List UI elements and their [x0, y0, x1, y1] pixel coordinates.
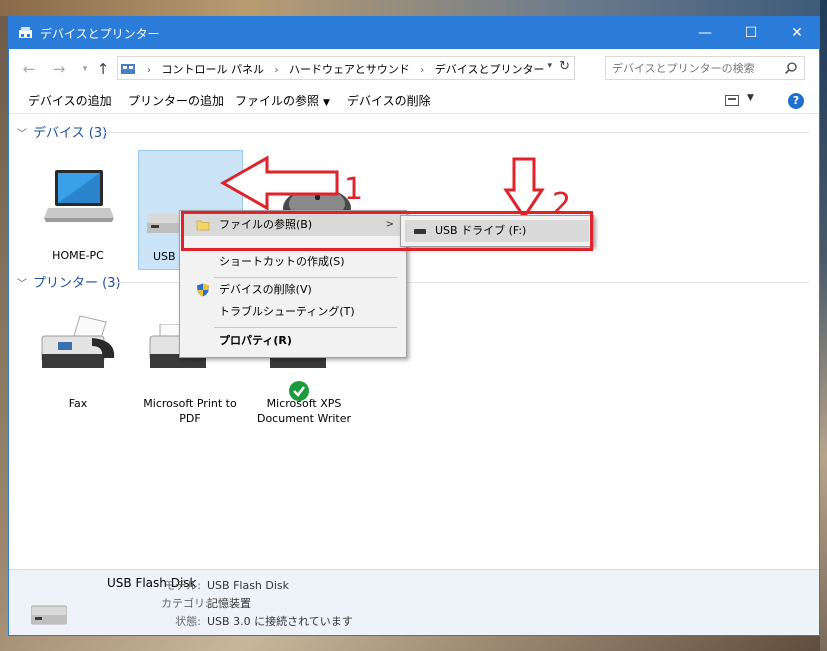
details-row-category: カテゴリ:記憶装置 [161, 595, 251, 611]
devices-group-header[interactable]: ﹀ デバイス (3) [17, 122, 107, 141]
details-value: 記憶装置 [207, 597, 251, 610]
search-box[interactable] [605, 56, 805, 80]
device-home-pc[interactable]: HOME-PC [26, 154, 130, 282]
laptop-icon [44, 170, 114, 222]
view-options-chevron-icon[interactable]: ▼ [747, 93, 754, 103]
desktop-background-right [820, 0, 827, 651]
device-label: Microsoft Print to PDF [143, 397, 237, 425]
breadcrumb: › コントロール パネル › ハードウェアとサウンド › デバイスとプリンター [140, 61, 544, 77]
details-row-status: 状態: USB 3.0 に接続されています [161, 613, 353, 629]
details-key: モデル: [164, 579, 201, 592]
up-arrow-icon[interactable]: ↑ [93, 59, 113, 79]
refresh-icon[interactable]: ↻ [559, 59, 570, 74]
remove-device-button[interactable]: デバイスの削除 [347, 92, 431, 109]
title-bar[interactable]: デバイスとプリンター — ☐ ✕ [9, 17, 819, 49]
search-icon[interactable] [784, 61, 798, 75]
group-collapse-chevron-icon: ﹀ [17, 129, 27, 140]
browse-files-button[interactable]: ファイルの参照 ▼ [235, 92, 330, 109]
maximize-button[interactable]: ☐ [728, 17, 774, 49]
device-label: HOME-PC [52, 249, 104, 262]
details-key: 状態: [175, 615, 201, 628]
back-arrow-icon[interactable]: ← [19, 59, 39, 79]
search-input[interactable] [612, 60, 772, 76]
details-value: USB 3.0 に接続されています [207, 615, 353, 628]
recent-locations-chevron-icon[interactable]: ▾ [75, 59, 95, 79]
browse-files-label: ファイルの参照 [235, 94, 320, 108]
shield-icon [197, 283, 209, 297]
breadcrumb-separator-icon: › [420, 65, 425, 76]
annotation-highlight-box [181, 211, 593, 251]
devices-and-printers-window: デバイスとプリンター — ☐ ✕ ← → ▾ ↑ › コントロール パネル › … [8, 16, 820, 636]
control-panel-icon [121, 64, 135, 74]
group-collapse-chevron-icon: ﹀ [17, 279, 27, 290]
breadcrumb-separator-icon: › [147, 65, 151, 76]
context-menu-item-troubleshoot[interactable]: トラブルシューティング(T) [182, 301, 404, 323]
details-key: カテゴリ: [161, 597, 209, 610]
context-menu-label: プロパティ(R) [219, 334, 292, 347]
context-menu-item-create-shortcut[interactable]: ショートカットの作成(S) [182, 251, 404, 273]
details-value: USB Flash Disk [207, 579, 290, 592]
details-row-model: モデル: USB Flash Disk [161, 577, 289, 593]
devices-printers-app-icon [19, 27, 32, 38]
details-pane: USB Flash Disk モデル: USB Flash Disk カテゴリ:記… [9, 569, 819, 635]
close-button[interactable]: ✕ [774, 17, 819, 49]
add-printer-button[interactable]: プリンターの追加 [128, 92, 224, 109]
breadcrumb-separator-icon: › [274, 65, 279, 76]
breadcrumb-hardware-sound[interactable]: ハードウェアとサウンド [289, 63, 410, 76]
usb-drive-icon [31, 605, 67, 625]
minimize-button[interactable]: — [682, 17, 728, 49]
context-menu-item-properties[interactable]: プロパティ(R) [182, 330, 404, 352]
help-button[interactable]: ? [788, 93, 804, 109]
printer-fax[interactable]: Fax [26, 304, 130, 432]
add-device-button[interactable]: デバイスの追加 [28, 92, 112, 109]
breadcrumb-control-panel[interactable]: コントロール パネル [162, 63, 265, 76]
change-view-icon[interactable] [725, 95, 739, 106]
command-bar: デバイスの追加 プリンターの追加 ファイルの参照 ▼ デバイスの削除 ▼ ? [9, 89, 819, 113]
printers-group-title: プリンター (3) [33, 276, 121, 291]
devices-group-title: デバイス (3) [33, 126, 108, 141]
context-menu-item-remove-device[interactable]: デバイスの削除(V) [182, 279, 404, 301]
address-row: ← → ▾ ↑ › コントロール パネル › ハードウェアとサウンド › デバイ… [9, 49, 819, 89]
breadcrumb-devices-printers[interactable]: デバイスとプリンター [435, 63, 545, 76]
device-label: Fax [68, 397, 88, 410]
group-divider [105, 132, 809, 133]
address-bar[interactable]: › コントロール パネル › ハードウェアとサウンド › デバイスとプリンター … [117, 56, 575, 80]
annotation-arrow-1-icon [219, 155, 339, 211]
desktop-background [0, 0, 827, 16]
annotation-number-1: 1 [344, 172, 364, 207]
context-menu-label: ショートカットの作成(S) [219, 255, 345, 268]
context-menu-label: デバイスの削除(V) [219, 283, 312, 296]
chevron-down-icon: ▼ [323, 98, 330, 108]
device-list: ﹀ デバイス (3) HOME-PC USB F ﹀ プリンター (3) Fax… [9, 113, 819, 569]
fax-icon [41, 315, 115, 368]
menu-separator [214, 277, 397, 278]
menu-separator [214, 327, 397, 328]
window-title: デバイスとプリンター [40, 27, 160, 41]
printers-group-header[interactable]: ﹀ プリンター (3) [17, 272, 121, 291]
device-label: Microsoft XPS Document Writer [256, 397, 352, 425]
address-dropdown-chevron-icon[interactable]: ▾ [547, 61, 552, 71]
forward-arrow-icon[interactable]: → [49, 59, 69, 79]
context-menu-label: トラブルシューティング(T) [219, 305, 355, 318]
